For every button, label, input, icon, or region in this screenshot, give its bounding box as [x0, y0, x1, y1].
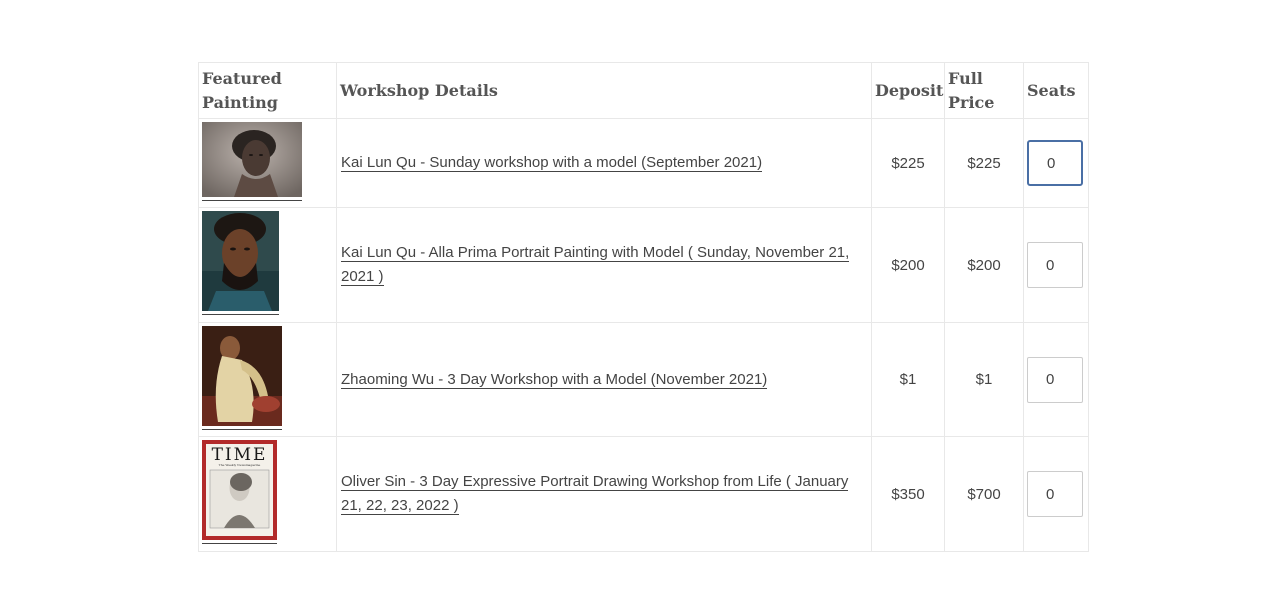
time-magazine-cover-image: TIME The Weekly Newsmagazine [202, 440, 277, 540]
featured-painting-cell [198, 322, 337, 437]
full-price-cell: $225 [944, 118, 1024, 208]
header-deposit: Deposit [871, 62, 945, 119]
time-masthead: TIME [212, 445, 268, 465]
workshop-link[interactable]: Oliver Sin - 3 Day Expressive Portrait D… [341, 473, 849, 515]
seats-cell [1023, 436, 1089, 552]
seats-cell [1023, 322, 1089, 437]
header-seats: Seats [1023, 62, 1089, 119]
featured-painting-cell [198, 207, 337, 323]
header-featured-painting: Featured Painting [198, 62, 337, 119]
thumbnail-link[interactable] [202, 211, 279, 315]
thumbnail-link[interactable] [202, 326, 282, 430]
seats-input[interactable] [1027, 356, 1083, 403]
workshop-table: Featured Painting Workshop Details Depos… [198, 62, 1089, 552]
seats-cell [1023, 118, 1089, 208]
thumbnail-link[interactable]: TIME The Weekly Newsmagazine [202, 440, 277, 544]
featured-painting-cell [198, 118, 337, 208]
header-full-price: Full Price [944, 62, 1024, 119]
deposit-cell: $350 [871, 436, 945, 552]
header-row: Featured Painting Workshop Details Depos… [198, 62, 1089, 119]
portrait-man-painting-image [202, 211, 279, 311]
deposit-cell: $225 [871, 118, 945, 208]
seats-input[interactable] [1027, 471, 1083, 517]
featured-painting-cell: TIME The Weekly Newsmagazine [198, 436, 337, 552]
table-row: TIME The Weekly Newsmagazine Oliver Sin … [198, 436, 1089, 552]
table-row: Kai Lun Qu - Alla Prima Portrait Paintin… [198, 207, 1089, 323]
portrait-woman-sketch-image [202, 122, 302, 197]
workshop-link[interactable]: Zhaoming Wu - 3 Day Workshop with a Mode… [341, 370, 768, 389]
full-price-cell: $200 [944, 207, 1024, 323]
workshop-link[interactable]: Kai Lun Qu - Alla Prima Portrait Paintin… [341, 244, 850, 286]
thumbnail-link[interactable] [202, 122, 302, 201]
deposit-cell: $1 [871, 322, 945, 437]
workshop-details-cell: Oliver Sin - 3 Day Expressive Portrait D… [336, 436, 872, 552]
full-price-cell: $1 [944, 322, 1024, 437]
seats-input[interactable] [1027, 242, 1083, 288]
deposit-cell: $200 [871, 207, 945, 323]
workshop-details-cell: Kai Lun Qu - Alla Prima Portrait Paintin… [336, 207, 872, 323]
workshop-details-cell: Zhaoming Wu - 3 Day Workshop with a Mode… [336, 322, 872, 437]
seats-cell [1023, 207, 1089, 323]
seats-input[interactable] [1027, 140, 1083, 186]
time-subtitle: The Weekly Newsmagazine [219, 463, 261, 467]
full-price-cell: $700 [944, 436, 1024, 552]
table-row: Zhaoming Wu - 3 Day Workshop with a Mode… [198, 322, 1089, 437]
header-workshop-details: Workshop Details [336, 62, 872, 119]
table-row: Kai Lun Qu - Sunday workshop with a mode… [198, 118, 1089, 208]
workshop-details-cell: Kai Lun Qu - Sunday workshop with a mode… [336, 118, 872, 208]
workshop-link[interactable]: Kai Lun Qu - Sunday workshop with a mode… [341, 154, 763, 172]
figure-painting-image [202, 326, 282, 426]
